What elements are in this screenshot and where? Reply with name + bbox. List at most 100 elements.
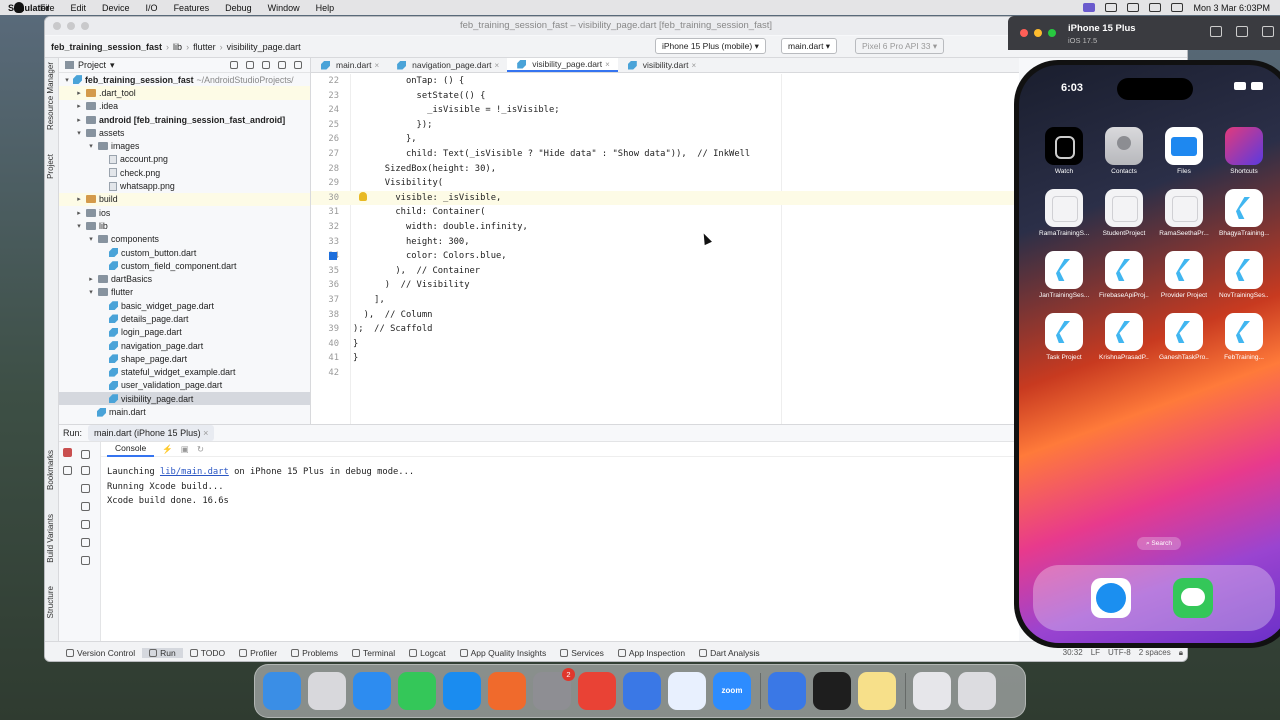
safari-icon[interactable]: [353, 672, 391, 710]
tool-dart-analysis[interactable]: Dart Analysis: [692, 648, 767, 658]
trash-icon[interactable]: [958, 672, 996, 710]
tree-item-account-png[interactable]: account.png: [59, 153, 310, 166]
tool-problems[interactable]: Problems: [284, 648, 345, 658]
tab-main-dart[interactable]: main.dart ×: [311, 58, 387, 72]
rotate-icon[interactable]: [1262, 26, 1274, 37]
launchpad-icon[interactable]: [308, 672, 346, 710]
tool-terminal[interactable]: Terminal: [345, 648, 402, 658]
iphone-screen[interactable]: 6:03 Watch Contacts Files Shortcuts RamaTrai…: [1019, 65, 1280, 643]
chevron-icon[interactable]: ▸: [75, 89, 83, 97]
chevron-icon[interactable]: ▸: [75, 195, 83, 203]
scroll-to-end-icon[interactable]: [81, 520, 90, 529]
tree-item-details-page-dart[interactable]: details_page.dart: [59, 312, 310, 325]
rerun-icon[interactable]: [81, 450, 90, 459]
tree-item-custom-field-component-dart[interactable]: custom_field_component.dart: [59, 259, 310, 272]
minimize-button[interactable]: [67, 22, 75, 30]
app-store-icon[interactable]: [443, 672, 481, 710]
tree-item-idea[interactable]: ▸ .idea: [59, 100, 310, 113]
close-button[interactable]: [53, 22, 61, 30]
chevron-icon[interactable]: ▾: [87, 235, 95, 243]
wifi-icon[interactable]: [1105, 3, 1118, 12]
chevron-icon[interactable]: ▾: [87, 288, 95, 296]
tree-item-images[interactable]: ▾ images: [59, 139, 310, 152]
tree-item-shape-page-dart[interactable]: shape_page.dart: [59, 352, 310, 365]
tree-item-assets[interactable]: ▾ assets: [59, 126, 310, 139]
app-watch[interactable]: Watch: [1039, 127, 1089, 175]
menu-features[interactable]: Features: [166, 3, 218, 13]
app-task-project[interactable]: Task Project: [1039, 313, 1089, 361]
app-provider-project[interactable]: Provider Project: [1159, 251, 1209, 299]
close-button[interactable]: [1020, 29, 1028, 37]
emulator-selector[interactable]: Pixel 6 Pro API 33 ▾: [855, 38, 945, 54]
console-tab[interactable]: Console: [107, 441, 155, 457]
messages-app-icon[interactable]: [1173, 578, 1213, 618]
screenshot-icon[interactable]: [1236, 26, 1248, 37]
tree-item-build[interactable]: ▸ build: [59, 192, 310, 206]
tree-item-login-page-dart[interactable]: login_page.dart: [59, 326, 310, 339]
tab-navigation-page-dart[interactable]: navigation_page.dart ×: [387, 58, 507, 72]
tool-logcat[interactable]: Logcat: [402, 648, 453, 658]
chevron-icon[interactable]: ▸: [75, 209, 83, 217]
app-ramatrainings[interactable]: RamaTrainingS...: [1039, 189, 1089, 237]
tree-item-ios[interactable]: ▸ ios: [59, 206, 310, 219]
breadcrumb-project[interactable]: feb_training_session_fast: [45, 42, 166, 52]
color-swatch-icon[interactable]: [329, 252, 337, 260]
hide-icon[interactable]: [294, 61, 302, 69]
print-icon[interactable]: [81, 538, 90, 547]
tab-visibility-page-dart[interactable]: visibility_page.dart ×: [507, 58, 618, 72]
menu-app-name[interactable]: Simulator: [0, 3, 50, 13]
tree-item-whatsapp-png[interactable]: whatsapp.png: [59, 179, 310, 192]
tool-app-quality-insights[interactable]: App Quality Insights: [453, 648, 554, 658]
tool-version-control[interactable]: Version Control: [59, 648, 142, 658]
close-icon[interactable]: ×: [374, 58, 379, 73]
tree-item-navigation-page-dart[interactable]: navigation_page.dart: [59, 339, 310, 352]
pencil-icon[interactable]: [488, 672, 526, 710]
breadcrumb-flutter[interactable]: flutter: [189, 42, 220, 52]
chevron-icon[interactable]: ▸: [75, 116, 83, 124]
tool-app-inspection[interactable]: App Inspection: [611, 648, 692, 658]
menu-device[interactable]: Device: [94, 3, 138, 13]
code-area[interactable]: 22 onTap: () {23 setState(() {24 _isVisi…: [311, 74, 1019, 424]
structure-tab[interactable]: Structure: [46, 586, 55, 618]
bookmarks-tab[interactable]: Bookmarks: [46, 450, 55, 490]
app-shortcuts[interactable]: Shortcuts: [1219, 127, 1269, 175]
tree-item-visibility-page-dart[interactable]: visibility_page.dart: [59, 392, 310, 406]
spotlight-search-pill[interactable]: ⌕ Search: [1137, 537, 1181, 550]
tree-item-user-validation-page-dart[interactable]: user_validation_page.dart: [59, 379, 310, 392]
chevron-icon[interactable]: ▾: [75, 222, 83, 230]
expand-all-icon[interactable]: [246, 61, 254, 69]
console-file-link[interactable]: lib/main.dart: [160, 467, 229, 477]
app-ganeshtaskpro[interactable]: GaneshTaskPro...: [1159, 313, 1209, 361]
tree-item-check-png[interactable]: check.png: [59, 166, 310, 179]
control-center-icon[interactable]: [1149, 3, 1162, 12]
app-studentproject[interactable]: StudentProject: [1099, 189, 1149, 237]
chevron-icon[interactable]: ▾: [63, 76, 71, 84]
menu-debug[interactable]: Debug: [217, 3, 260, 13]
close-icon[interactable]: ×: [203, 428, 208, 438]
collapse-all-icon[interactable]: [262, 61, 270, 69]
screen-record-icon[interactable]: [1083, 3, 1096, 12]
siri-icon[interactable]: [1171, 3, 1184, 12]
chevron-icon[interactable]: ▾: [75, 129, 83, 137]
app-firebaseapiproj[interactable]: FirebaseApiProj...: [1099, 251, 1149, 299]
chevron-icon[interactable]: ▸: [87, 275, 95, 283]
trash-icon[interactable]: [81, 556, 90, 565]
zoom-button[interactable]: [81, 22, 89, 30]
chrome-icon[interactable]: [578, 672, 616, 710]
device-selector[interactable]: iPhone 15 Plus (mobile) ▾: [655, 38, 766, 54]
project-tool-tab[interactable]: Project: [46, 154, 55, 179]
tree-item-feb-training-session-fast[interactable]: ▾ feb_training_session_fast ~/AndroidStudi…: [59, 73, 310, 86]
menubar-clock[interactable]: Mon 3 Mar 6:03PM: [1193, 3, 1270, 13]
soft-wrap-icon[interactable]: [81, 502, 90, 511]
tool-services[interactable]: Services: [553, 648, 611, 658]
tree-item-dart-tool[interactable]: ▸ .dart_tool: [59, 86, 310, 100]
chevron-icon[interactable]: ▸: [75, 102, 83, 110]
facetime-icon[interactable]: [398, 672, 436, 710]
stop-icon[interactable]: [63, 448, 72, 457]
zoom-button[interactable]: [1048, 29, 1056, 37]
android-studio-icon[interactable]: [668, 672, 706, 710]
gear-icon[interactable]: [278, 61, 286, 69]
preview-icon[interactable]: [913, 672, 951, 710]
app-contacts[interactable]: Contacts: [1099, 127, 1149, 175]
flutter-inspector-icon[interactable]: ⚡: [162, 444, 173, 455]
